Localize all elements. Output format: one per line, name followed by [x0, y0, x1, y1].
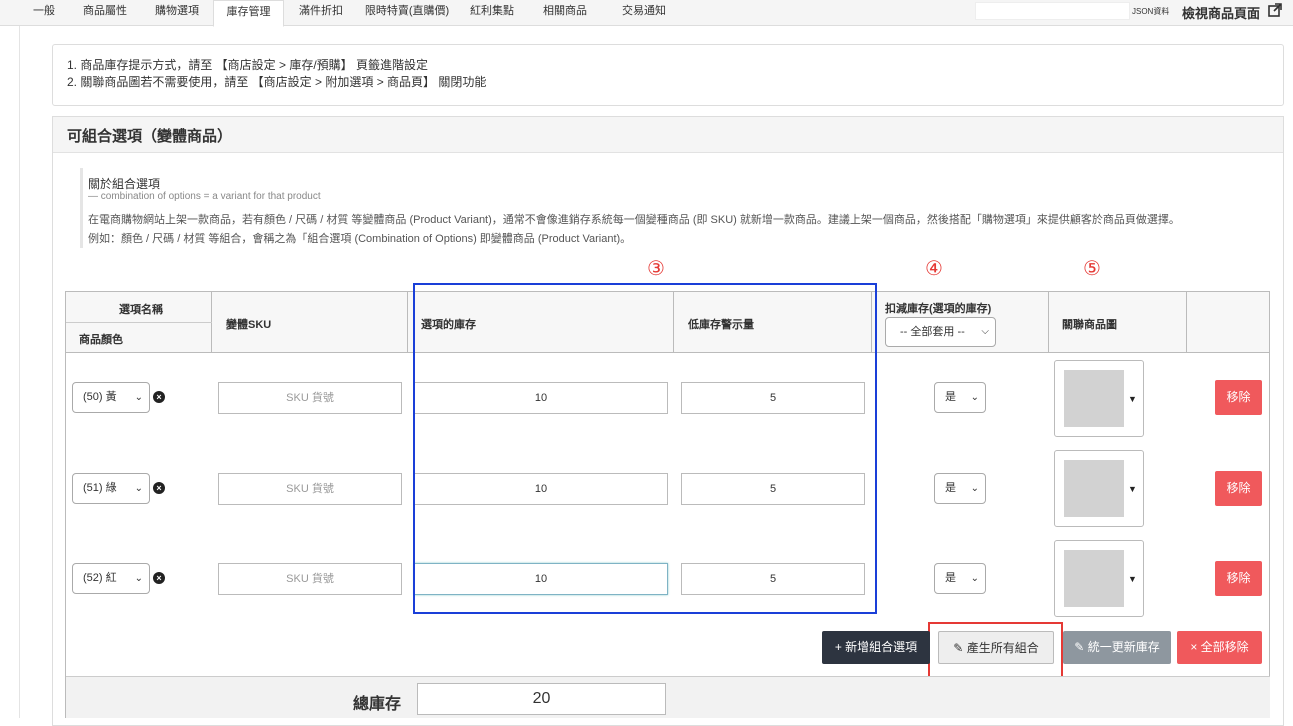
remove-button[interactable]: 移除: [1215, 471, 1262, 506]
total-row: [66, 676, 1270, 718]
notice-line: 1. 商品庫存提示方式，請至 【商店設定 > 庫存/預購】 頁籤進階設定: [67, 58, 429, 72]
remove-button[interactable]: 移除: [1215, 380, 1262, 415]
header-option-color: 商品顏色: [79, 334, 123, 346]
tab-flash-sale[interactable]: 限時特賣(直購價): [357, 0, 457, 26]
highlight-stock-box: [413, 283, 877, 614]
notice-box: 1. 商品庫存提示方式，請至 【商店設定 > 庫存/預購】 頁籤進階設定 2. …: [52, 44, 1284, 106]
view-product-link[interactable]: 檢視商品頁面: [1182, 3, 1260, 22]
total-label: 總庫存: [353, 696, 402, 713]
camera-icon: [1064, 460, 1124, 517]
about-body: 在電商購物網站上架一款商品，若有顏色 / 尺碼 / 材質 等變體商品 (Prod…: [88, 211, 1268, 249]
about-border: [80, 168, 83, 248]
pencil-icon: ✎: [953, 641, 967, 655]
about-line: 在電商購物網站上架一款商品，若有顏色 / 尺碼 / 材質 等變體商品 (Prod…: [88, 214, 1180, 226]
header-image: 關聯商品圖: [1062, 319, 1117, 331]
annotation-4: ④: [925, 258, 943, 280]
camera-icon: [1064, 550, 1124, 607]
tab-general[interactable]: 一般: [22, 0, 66, 26]
tab-attributes[interactable]: 商品屬性: [71, 0, 139, 26]
image-picker[interactable]: ▼: [1054, 540, 1144, 617]
tab-inventory[interactable]: 庫存管理: [213, 0, 284, 27]
json-box[interactable]: [975, 2, 1130, 20]
close-icon[interactable]: ×: [153, 482, 165, 494]
update-stock-button[interactable]: ✎ 統一更新庫存: [1063, 631, 1171, 664]
about-subtitle: — combination of options = a variant for…: [88, 191, 321, 202]
tab-shopping-options[interactable]: 購物選項: [144, 0, 210, 26]
deduct-select[interactable]: 是 ⌄: [934, 382, 986, 413]
add-combination-button[interactable]: + 新增組合選項: [822, 631, 930, 664]
tab-bonus-points[interactable]: 紅利集點: [460, 0, 524, 26]
remove-all-button[interactable]: × 全部移除: [1177, 631, 1262, 664]
sku-input[interactable]: SKU 貨號: [218, 382, 402, 414]
sku-input[interactable]: SKU 貨號: [218, 563, 402, 595]
option-select[interactable]: (50) 黃 ⌄: [72, 382, 150, 413]
sku-input[interactable]: SKU 貨號: [218, 473, 402, 505]
header-sku: 變體SKU: [226, 319, 272, 331]
image-picker[interactable]: ▼: [1054, 450, 1144, 527]
total-stock-input[interactable]: 20: [417, 683, 666, 715]
panel-title: 可組合選項（變體商品）: [67, 128, 233, 145]
notice-line: 2. 關聯商品圖若不需要使用，請至 【商店設定 > 附加選項 > 商品頁】 關閉…: [67, 75, 487, 89]
deduct-apply-all-select[interactable]: -- 全部套用 -- ⌵: [885, 317, 996, 347]
deduct-select[interactable]: 是 ⌄: [934, 473, 986, 504]
remove-button[interactable]: 移除: [1215, 561, 1262, 596]
option-select[interactable]: (52) 紅 ⌄: [72, 563, 150, 594]
json-label[interactable]: JSON資料: [1132, 6, 1169, 17]
annotation-5: ⑤: [1083, 258, 1101, 280]
image-picker[interactable]: ▼: [1054, 360, 1144, 437]
tab-bulk-discount[interactable]: 滿件折扣: [288, 0, 354, 26]
close-icon[interactable]: ×: [153, 391, 165, 403]
tab-related-products[interactable]: 相關商品: [528, 0, 602, 26]
header-option-name: 選項名稱: [119, 304, 163, 316]
header-deduct: 扣減庫存(選項的庫存): [885, 303, 992, 315]
close-icon[interactable]: ×: [153, 572, 165, 584]
external-link-icon[interactable]: [1268, 3, 1282, 17]
page-border: [19, 26, 20, 718]
about-line: 例如：顏色 / 尺碼 / 材質 等組合，會稱之為「組合選項 (Combinati…: [88, 233, 632, 245]
about-title: 關於組合選項: [88, 177, 161, 191]
generate-all-button[interactable]: ✎ 產生所有組合: [938, 631, 1054, 664]
option-select[interactable]: (51) 綠 ⌄: [72, 473, 150, 504]
camera-icon: [1064, 370, 1124, 427]
panel-header: 可組合選項（變體商品）: [53, 117, 1283, 153]
tab-transaction-notice[interactable]: 交易通知: [605, 0, 683, 26]
edit-icon: ✎: [1074, 640, 1088, 654]
annotation-3: ③: [647, 258, 665, 280]
close-icon: ×: [1190, 640, 1201, 654]
deduct-select[interactable]: 是 ⌄: [934, 563, 986, 594]
